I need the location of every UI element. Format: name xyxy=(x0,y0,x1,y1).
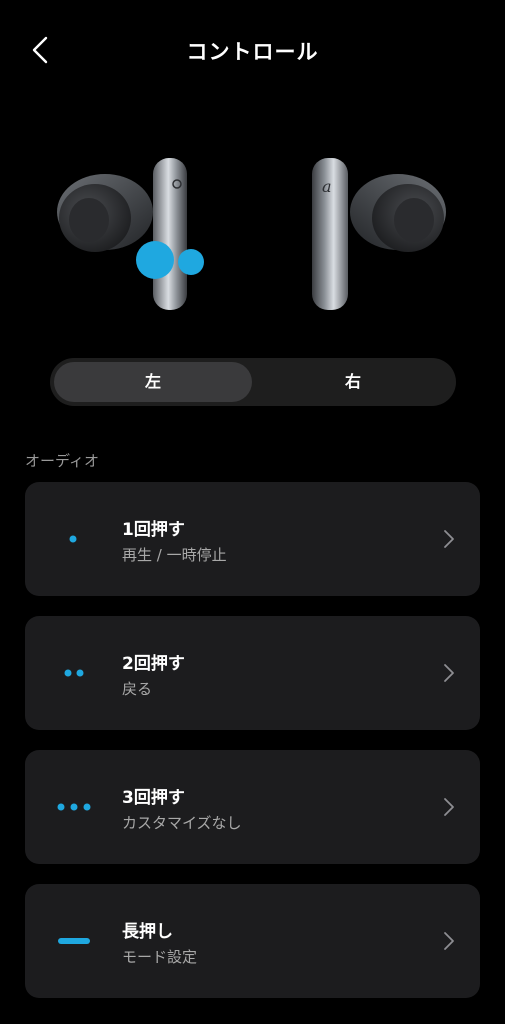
control-action: カスタマイズなし xyxy=(122,814,242,832)
control-double-press[interactable]: 2回押す 戻る xyxy=(25,616,480,730)
triple-dot-icon xyxy=(55,797,95,817)
left-right-selector: 左 右 xyxy=(50,358,456,406)
control-action: 再生 / 一時停止 xyxy=(122,546,227,564)
tab-right[interactable]: 右 xyxy=(254,362,452,402)
left-earbud-image xyxy=(57,158,204,310)
control-title: 長押し xyxy=(122,922,173,942)
section-label-audio: オーディオ xyxy=(25,452,99,470)
control-single-press[interactable]: 1回押す 再生 / 一時停止 xyxy=(25,482,480,596)
control-action: 戻る xyxy=(122,680,153,698)
double-dot-icon xyxy=(55,663,95,683)
earbuds-illustration: a xyxy=(0,130,505,330)
tab-left[interactable]: 左 xyxy=(54,362,252,402)
control-title: 3回押す xyxy=(122,788,185,808)
single-dot-icon xyxy=(55,529,95,549)
chevron-right-icon xyxy=(444,798,454,816)
chevron-right-icon xyxy=(444,664,454,682)
control-long-press[interactable]: 長押し モード設定 xyxy=(25,884,480,998)
svg-text:a: a xyxy=(322,177,332,196)
control-title: 1回押す xyxy=(122,520,185,540)
long-press-bar-icon xyxy=(55,931,95,951)
control-action: モード設定 xyxy=(122,948,198,966)
header: コントロール xyxy=(0,0,505,100)
right-earbud-image: a xyxy=(312,158,446,310)
control-title: 2回押す xyxy=(122,654,185,674)
control-triple-press[interactable]: 3回押す カスタマイズなし xyxy=(25,750,480,864)
page-title: コントロール xyxy=(186,40,319,64)
chevron-right-icon xyxy=(444,932,454,950)
chevron-right-icon xyxy=(444,530,454,548)
